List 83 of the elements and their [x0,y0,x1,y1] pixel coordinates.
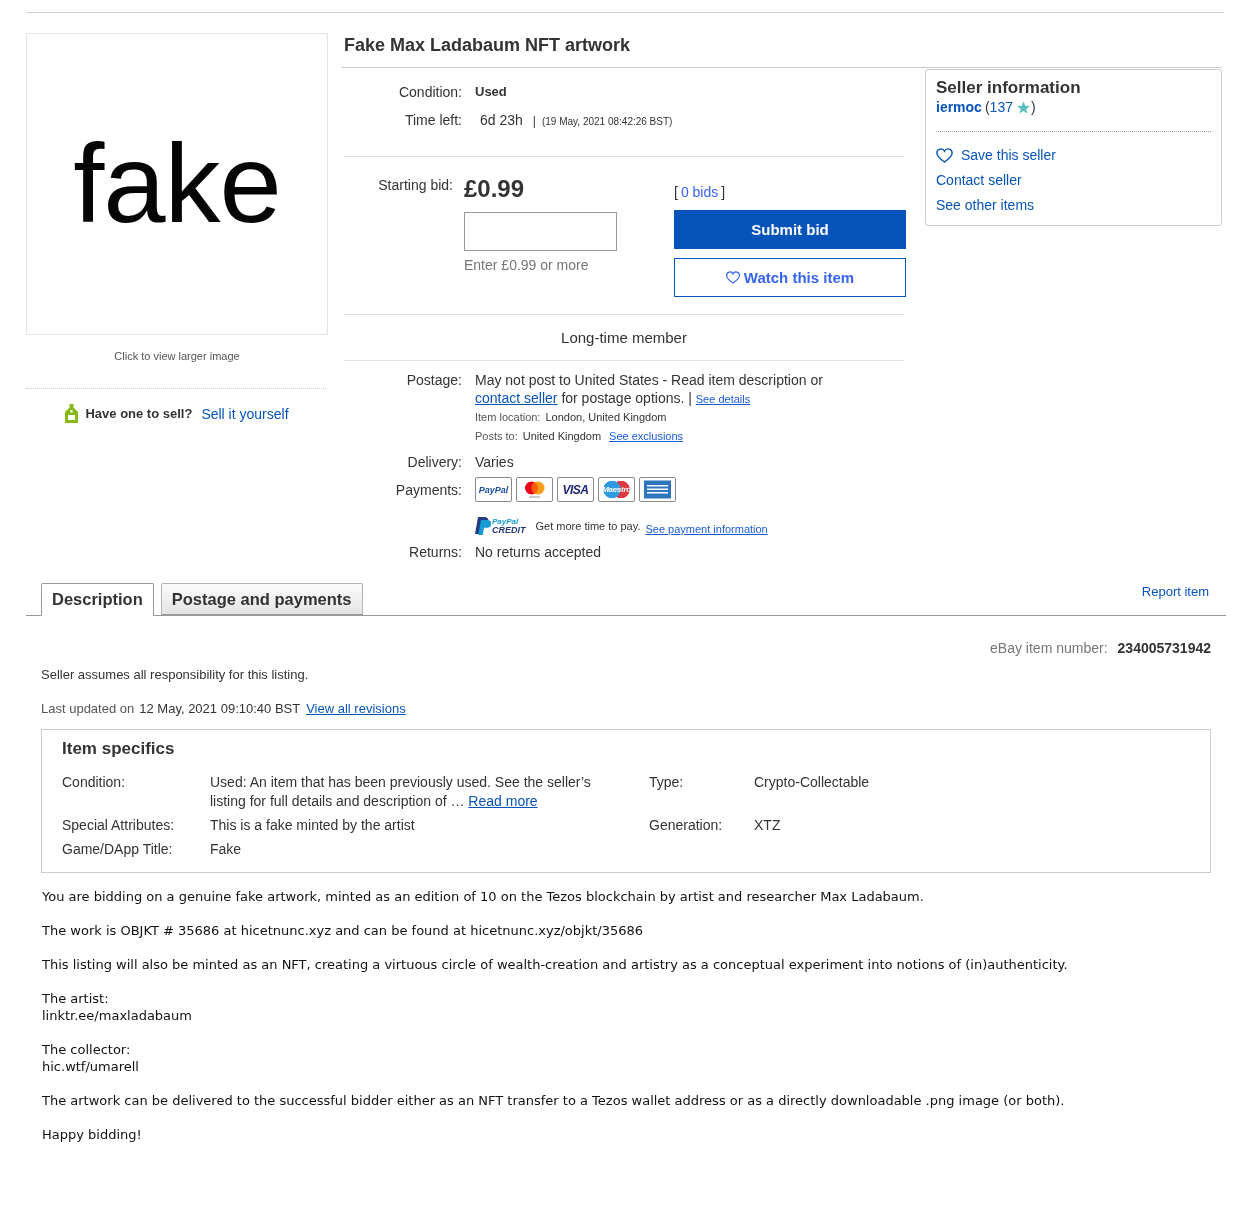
credit-note: Get more time to pay. [535,519,641,534]
specific-value: Fake [210,840,242,859]
item-number: 234005731942 [1117,639,1211,657]
item-title: Fake Max Ladabaum NFT artwork [344,34,631,56]
sell-it-yourself-link[interactable]: Sell it yourself [201,404,289,423]
report-item-link[interactable]: Report item [1141,584,1209,599]
specific-value: This is a fake minted by the artist [210,816,415,835]
mastercard-logo-icon [516,477,553,502]
heart-icon [725,271,740,284]
closing-parenthesis: ) [1030,98,1036,116]
description-text: hic.wtf/umarell [42,1058,139,1075]
paypal-logo: PayPal [475,477,512,502]
bid-hint: Enter £0.99 or more [464,257,589,273]
specific-label: Generation: [649,817,723,833]
item-specifics-heading: Item specifics [62,739,175,759]
price-tag-icon [65,404,79,423]
time-left-value: 6d 23h [480,111,523,129]
delivery-value: Varies [475,453,514,471]
responsibility-note: Seller assumes all responsibility for this listing. [41,666,309,684]
specific-label: Type: [649,774,684,790]
image-caption: Click to view larger image [114,350,240,363]
seller-name-link[interactable]: iermoc [936,98,982,116]
seller-link[interactable]: Contact seller [936,170,1022,190]
specific-label: Game/DApp Title: [62,841,173,857]
separator: | [532,113,536,130]
member-status-text: Long-time member [561,329,687,346]
end-time: (19 May, 2021 08:42:26 BST) [541,115,673,129]
save-seller-link[interactable]: Save this seller [936,145,1056,165]
description-text: Happy bidding! [42,1126,142,1143]
item-location: London, United Kingdom [545,410,667,425]
listing-image[interactable]: fake [26,33,328,335]
contact-seller-link[interactable]: contact seller [475,390,558,406]
view-revisions-link[interactable]: View all revisions [306,700,406,718]
item-number-label: eBay item number: [990,639,1108,657]
seller-heading: Seller information [936,78,1081,98]
condition-label: Condition: [398,84,462,100]
bid-input-field[interactable] [464,212,617,251]
last-updated-date: 12 May, 2021 09:10:40 BST [139,700,301,718]
condition-value: Used [475,83,507,101]
tab[interactable]: Postage and payments [160,583,363,615]
description-text: The collector: [42,1041,131,1058]
watch-item-button[interactable]: Watch this item [674,258,906,297]
description-text: The artist: [42,990,109,1007]
payments-label: Payments: [395,481,462,498]
postage-label: Postage: [406,372,462,388]
star-icon [1016,100,1030,114]
postage-text: May not post to United States - Read item description or contact seller for postage options. | See details [475,371,824,408]
seller-link[interactable]: See other items [936,195,1035,215]
delivery-label: Delivery: [407,454,462,470]
specific-label: Condition: [62,774,126,790]
see-exclusions-link[interactable]: See exclusions [609,427,684,446]
specific-label: Special Attributes: [62,817,175,833]
bid-count: [ 0 bids ] [674,183,726,201]
feedback-score[interactable]: (137 [984,98,1013,116]
sell-question: Have one to sell? [85,404,193,423]
time-left-label: Time left: [404,112,462,128]
see-details-link[interactable]: See details [695,393,751,405]
last-updated-label: Last updated on [41,700,135,718]
posts-to-value: United Kingdom [522,429,602,444]
starting-bid-label: Starting bid: [378,177,453,193]
heart-icon [936,147,953,163]
submit-bid-button[interactable]: Submit bid [674,210,906,249]
description-text: The work is OBJKT # 35686 at hicetnunc.xyz and can be found at hicetnunc.xyz/objkt/35686 [42,922,644,939]
description-text: The artwork can be delivered to the successful bidder either as an NFT transfer to a Tezos wallet address or as a directly downloadable .png image (or both). [42,1092,1065,1109]
artwork-text: fake [73,128,281,240]
starting-price: £0.99 [464,174,525,204]
specific-value: XTZ [754,816,781,835]
description-text: This listing will also be minted as an NFT, creating a virtuous circle of wealth-creation and artistry as a conceptual experiment into notions of (in)authenticity. [42,956,1068,973]
item-location-label: Item location: [475,410,541,425]
posts-to-label: Posts to: [475,429,518,444]
description-text: linktr.ee/maxladabaum [42,1007,192,1024]
tab[interactable]: Description [41,583,154,616]
returns-label: Returns: [409,544,462,560]
bids-link[interactable]: 0 bids [680,184,719,200]
read-more-link[interactable]: Read more [468,793,538,809]
specific-value: Used: An item that has been previously used. See the seller’s listing for full details and description of … Read more [210,773,592,811]
specific-value: Crypto-Collectable [754,773,870,792]
description-text: You are bidding on a genuine fake artwork, minted as an edition of 10 on the Tezos blockchain by artist and researcher Max Ladabaum. [42,888,924,905]
returns-value: No returns accepted [475,543,602,561]
amex-logo-icon [639,477,676,502]
paypal-credit-logo: PayPal CREDIT [475,517,526,535]
payment-information-link[interactable]: See payment information [645,520,768,538]
visa-logo: VISA [557,477,594,502]
